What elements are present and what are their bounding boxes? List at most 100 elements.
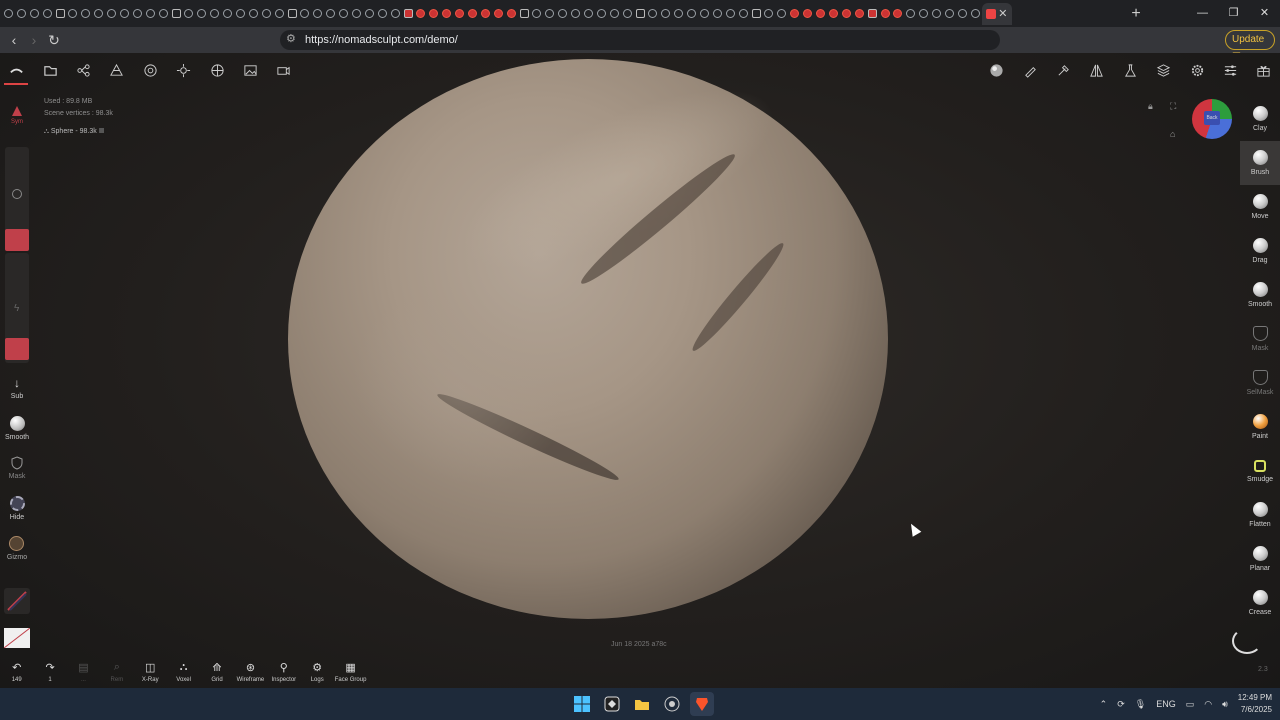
browser-tab[interactable] — [402, 6, 415, 22]
inspector-button[interactable]: ⚲ Inspector — [267, 656, 300, 688]
browser-tab[interactable] — [208, 6, 221, 22]
sculpted-sphere-mesh[interactable] — [288, 53, 888, 619]
matcap-sphere-icon[interactable] — [980, 58, 1013, 82]
browser-tab[interactable] — [775, 6, 788, 22]
browser-tab[interactable] — [814, 6, 827, 22]
browser-tab[interactable] — [273, 6, 286, 22]
browser-tab[interactable] — [969, 6, 982, 22]
browser-tab[interactable] — [170, 6, 183, 22]
browser-tab[interactable] — [415, 6, 428, 22]
browser-tab[interactable] — [531, 6, 544, 22]
settings-gear-icon[interactable] — [1180, 58, 1213, 82]
view-gizmo[interactable]: Back — [1192, 99, 1232, 139]
brush-tool-crease[interactable]: Crease — [1240, 581, 1280, 625]
postprocess-icon[interactable] — [200, 58, 233, 82]
tray-chevron-icon[interactable]: ⌃ — [1100, 699, 1108, 710]
browser-tab[interactable] — [840, 6, 853, 22]
sliders-icon[interactable] — [1214, 58, 1247, 82]
new-tab-button[interactable]: + — [1126, 5, 1146, 23]
gift-icon[interactable] — [1247, 58, 1280, 82]
browser-tab[interactable] — [41, 6, 54, 22]
browser-tab[interactable] — [672, 6, 685, 22]
browser-tab[interactable] — [324, 6, 337, 22]
sync-icon[interactable]: ⟳ — [1117, 699, 1125, 710]
face-group-button[interactable]: ▦ Face Group — [334, 656, 367, 688]
camera-icon[interactable] — [267, 58, 300, 82]
brush-tool-selmask[interactable]: SelMask — [1240, 361, 1280, 405]
browser-tab[interactable] — [298, 6, 311, 22]
browser-tab[interactable] — [337, 6, 350, 22]
browser-tab[interactable] — [879, 6, 892, 22]
browser-tab[interactable] — [144, 6, 157, 22]
brush-tool-smooth[interactable]: Smooth — [1240, 273, 1280, 317]
browser-tab[interactable] — [440, 6, 453, 22]
brush-tool-mask[interactable]: Mask — [1240, 317, 1280, 361]
browser-tab[interactable] — [659, 6, 672, 22]
layers-icon[interactable] — [1147, 58, 1180, 82]
browser-tab[interactable] — [363, 6, 376, 22]
remesh-button[interactable]: ⌕ Rem — [100, 656, 133, 688]
grid-button[interactable]: ⟰ Grid — [200, 656, 233, 688]
browser-tab[interactable] — [608, 6, 621, 22]
browser-tab[interactable] — [556, 6, 569, 22]
browser-tab[interactable] — [105, 6, 118, 22]
close-tab-icon[interactable]: ✕ — [998, 7, 1007, 20]
browser-tab[interactable] — [54, 6, 67, 22]
browser-tab[interactable] — [827, 6, 840, 22]
browser-tab[interactable] — [427, 6, 440, 22]
smooth-tool[interactable]: Smooth — [5, 408, 29, 448]
brush-tool-paint[interactable]: Paint — [1240, 405, 1280, 449]
topology-icon[interactable] — [100, 58, 133, 82]
browser-tab[interactable] — [479, 6, 492, 22]
chrome-icon[interactable] — [660, 692, 684, 716]
browser-tab[interactable] — [788, 6, 801, 22]
symmetry-toggle[interactable]: Sym — [3, 105, 31, 125]
brush-tool-clay[interactable]: Clay — [1240, 97, 1280, 141]
maximize-button[interactable]: ❐ — [1218, 0, 1249, 27]
browser-tab[interactable] — [311, 6, 324, 22]
close-window-button[interactable]: ✕ — [1249, 0, 1280, 27]
browser-tab[interactable] — [195, 6, 208, 22]
browser-tab[interactable] — [621, 6, 634, 22]
material-icon[interactable] — [134, 58, 167, 82]
subdivide-tool[interactable]: ↓ Sub — [11, 368, 23, 408]
light-icon[interactable] — [167, 58, 200, 82]
browser-tab[interactable] — [182, 6, 195, 22]
stroke-icon[interactable] — [1047, 58, 1080, 82]
language-indicator[interactable]: ENG — [1156, 699, 1176, 709]
reload-button[interactable]: ↻ — [45, 31, 63, 49]
brush-alpha-preview[interactable] — [4, 588, 30, 614]
lock-icon[interactable]: 🔒︎ — [1148, 101, 1153, 112]
browser-tab[interactable] — [131, 6, 144, 22]
browser-tab[interactable] — [260, 6, 273, 22]
browser-tab[interactable] — [234, 6, 247, 22]
volume-icon[interactable]: 🔊︎ — [1222, 699, 1228, 710]
browser-tab[interactable] — [634, 6, 647, 22]
sculpt-viewport[interactable]: Used : 89.8 MB Scene vertices : 98.3k ⛬ … — [0, 53, 1280, 688]
browser-tab[interactable] — [389, 6, 402, 22]
sculpt-menu-icon[interactable] — [0, 58, 33, 82]
wireframe-button[interactable]: ⊛ Wireframe — [234, 656, 267, 688]
browser-tab[interactable] — [724, 6, 737, 22]
browser-tab[interactable] — [118, 6, 131, 22]
browser-tab[interactable] — [28, 6, 41, 22]
undo-button[interactable]: ↶ 149 — [0, 656, 33, 688]
browser-tab[interactable] — [853, 6, 866, 22]
windows-start-icon[interactable] — [570, 692, 594, 716]
browser-tab[interactable] — [866, 6, 879, 22]
scene-icon[interactable] — [67, 58, 100, 82]
browser-tab[interactable] — [518, 6, 531, 22]
fullscreen-icon[interactable]: ⛶ — [1170, 101, 1176, 112]
update-button[interactable]: Update ☰ — [1225, 30, 1275, 63]
browser-tab[interactable] — [247, 6, 260, 22]
intensity-color-swatch[interactable] — [5, 338, 29, 360]
browser-tab[interactable] — [956, 6, 969, 22]
texture-swatch[interactable] — [3, 627, 31, 649]
brave-browser-icon[interactable] — [690, 692, 714, 716]
home-view-icon[interactable]: ⌂ — [1170, 129, 1175, 139]
hide-tool[interactable]: Hide — [9, 488, 25, 528]
browser-tab[interactable] — [79, 6, 92, 22]
browser-tab[interactable] — [350, 6, 363, 22]
xray-button[interactable]: ◫ X-Ray — [134, 656, 167, 688]
back-button[interactable]: ‹ — [5, 31, 23, 49]
